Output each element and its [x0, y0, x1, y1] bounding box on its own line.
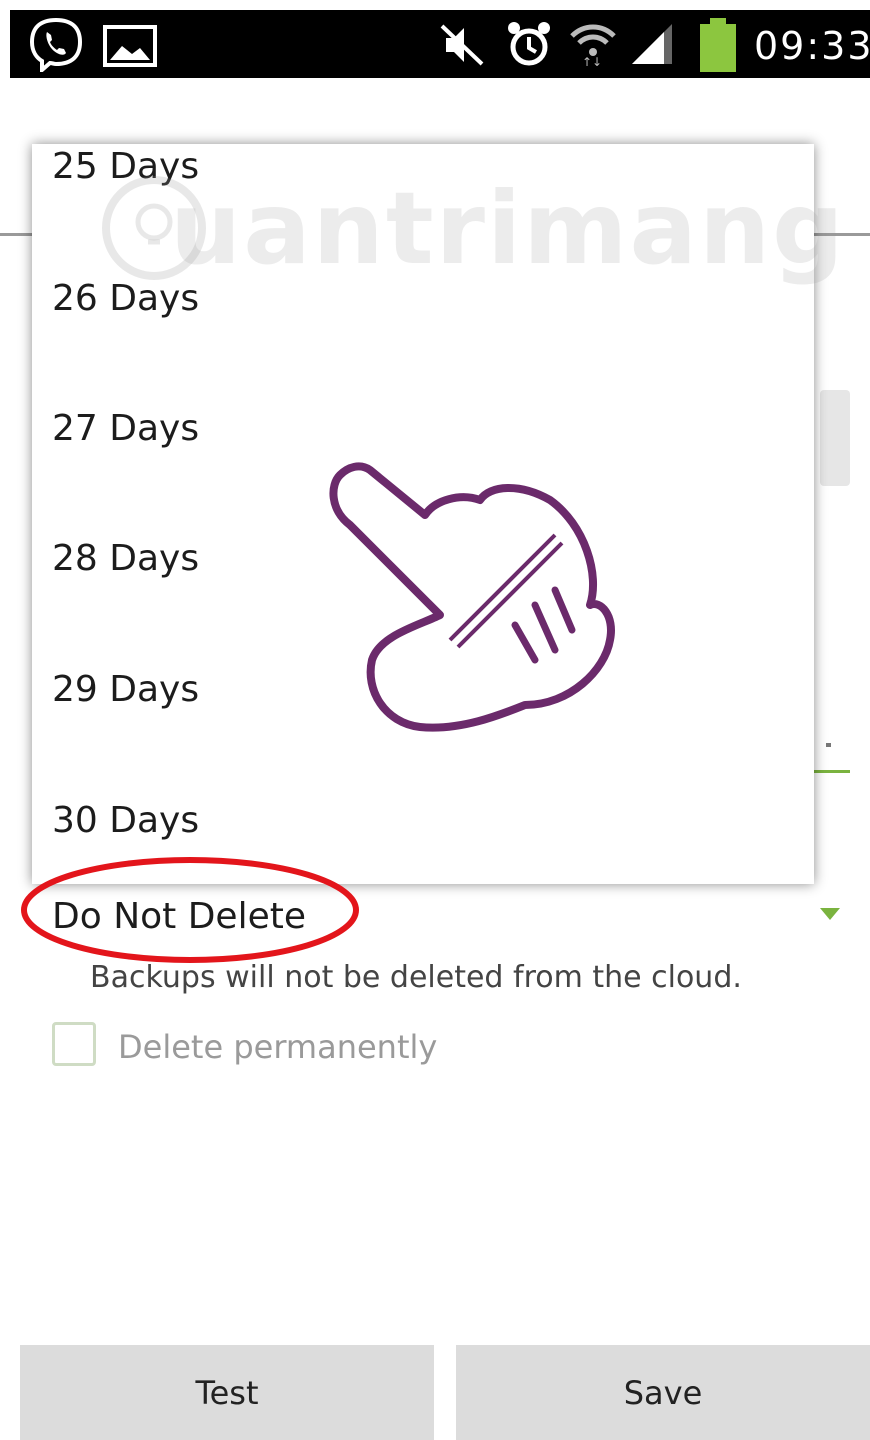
retention-dropdown-value[interactable]: Do Not Delete	[52, 896, 306, 937]
option-28-days[interactable]: 28 Days	[52, 538, 199, 579]
clock: 09:33	[754, 24, 870, 68]
background-mark	[826, 743, 831, 747]
option-30-days[interactable]: 30 Days	[52, 800, 199, 841]
option-29-days[interactable]: 29 Days	[52, 669, 199, 710]
svg-text:↑↓: ↑↓	[582, 55, 602, 68]
signal-icon	[632, 24, 672, 64]
gallery-icon	[103, 25, 157, 67]
delete-permanently-checkbox[interactable]	[52, 1022, 96, 1066]
retention-hint: Backups will not be deleted from the clo…	[90, 960, 742, 995]
background-field-underline	[812, 770, 850, 773]
watermark-text: uantrimang	[170, 170, 846, 287]
alarm-icon	[508, 22, 550, 66]
option-27-days[interactable]: 27 Days	[52, 408, 199, 449]
pointing-hand-icon	[329, 462, 615, 732]
battery-icon	[700, 18, 736, 72]
status-bar: ↑↓ 09:33	[10, 10, 870, 78]
test-button[interactable]: Test	[20, 1345, 434, 1440]
viber-icon	[29, 17, 83, 72]
save-button[interactable]: Save	[456, 1345, 870, 1440]
background-card	[820, 390, 850, 486]
wifi-icon: ↑↓	[570, 24, 616, 68]
delete-permanently-label: Delete permanently	[118, 1028, 438, 1066]
dropdown-arrow-icon[interactable]	[818, 906, 842, 922]
mute-icon	[440, 24, 484, 66]
